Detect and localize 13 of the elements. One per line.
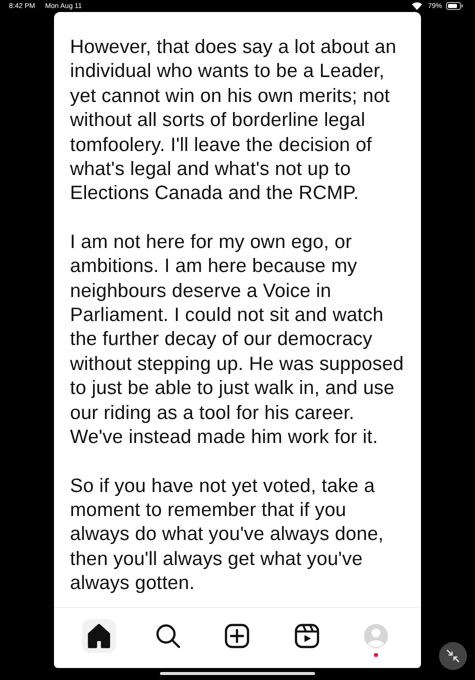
- collapse-arrows-icon: [446, 649, 460, 663]
- battery-icon: [446, 2, 463, 10]
- post-paragraph: I am not here for my own ego, or ambitions. I am here because my neighbours deserve a Voice in Parliament. I could not sit and watch the further decay of our democracy without stepping up. He was supposed to just be able to just walk in, and use our riding as a tool for his career. We've instead made him work for it.: [70, 230, 405, 450]
- wifi-icon: [412, 2, 422, 10]
- post-paragraph: So if you have not yet voted, take a moment to remember that if you always do what you've always done, then you'll always get what you've always gotten.: [70, 474, 385, 596]
- avatar-icon: [363, 623, 390, 649]
- collapse-button[interactable]: [439, 642, 467, 670]
- home-tab[interactable]: [82, 619, 116, 653]
- post-paragraph: However, that does say a lot about an individual who wants to be a Leader, yet cannot win on his own merits; not without all sorts of borderline legal tomfoolery. I'll leave the decision of what's legal and what's not up to Elections Canada and the RCMP.: [70, 36, 398, 206]
- home-icon: [86, 623, 112, 649]
- reels-icon: [294, 623, 320, 649]
- plus-square-icon: [224, 623, 250, 649]
- search-icon: [155, 623, 182, 649]
